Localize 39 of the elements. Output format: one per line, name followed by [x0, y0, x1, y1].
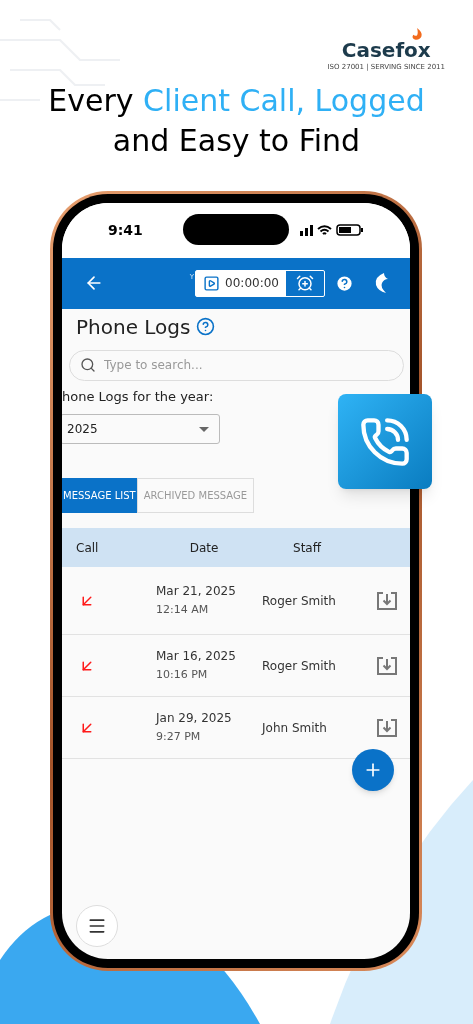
timer-value: 00:00:00	[225, 275, 279, 292]
status-time: 9:41	[108, 220, 143, 240]
download-icon[interactable]	[376, 590, 398, 611]
help-icon[interactable]	[196, 317, 216, 336]
search-icon	[80, 357, 96, 373]
tab[interactable]: ARCHIVED MESSAGE	[136, 478, 255, 513]
call-time: 12:14 AM	[156, 602, 210, 619]
logo-text: Casefox	[341, 40, 431, 60]
call-date: Jan 29, 2025	[156, 710, 233, 728]
phone-call-icon	[359, 415, 411, 468]
play-icon[interactable]	[203, 274, 221, 292]
add-button[interactable]	[352, 748, 394, 791]
signal-icon	[300, 224, 313, 236]
staff-name: John Smith	[260, 719, 328, 737]
download-icon[interactable]	[376, 655, 398, 676]
wifi-icon	[317, 224, 332, 236]
search-field[interactable]: Type to search...	[69, 349, 404, 381]
call-time: 9:27 PM	[156, 729, 202, 746]
call-date: Mar 16, 2025	[156, 648, 237, 666]
staff-name: Roger Smith	[261, 592, 337, 610]
battery-icon	[336, 224, 364, 236]
tab[interactable]: MESSAGE LIST	[62, 478, 137, 513]
add-alarm-icon[interactable]	[296, 274, 314, 292]
call-time: 10:16 PM	[156, 667, 209, 684]
column-header: Staff	[292, 539, 323, 557]
column-header: Date	[188, 539, 220, 557]
help-icon[interactable]	[335, 273, 354, 293]
year-label: hone Logs for the year:	[62, 387, 215, 406]
staff-name: Roger Smith	[261, 657, 337, 675]
search-input[interactable]: Type to search...	[104, 356, 393, 374]
column-header: Call	[75, 539, 100, 557]
download-icon[interactable]	[376, 717, 398, 738]
page-title: Phone Logs	[76, 313, 191, 341]
call-date: Mar 21, 2025	[156, 583, 237, 601]
year-dropdown[interactable]: 2025	[62, 414, 220, 444]
headline: Every Client Call, Logged and Easy to Find	[47, 81, 426, 160]
dropdown-caret-icon	[199, 426, 209, 432]
flame-icon	[411, 28, 423, 40]
menu-button[interactable]	[76, 904, 118, 947]
